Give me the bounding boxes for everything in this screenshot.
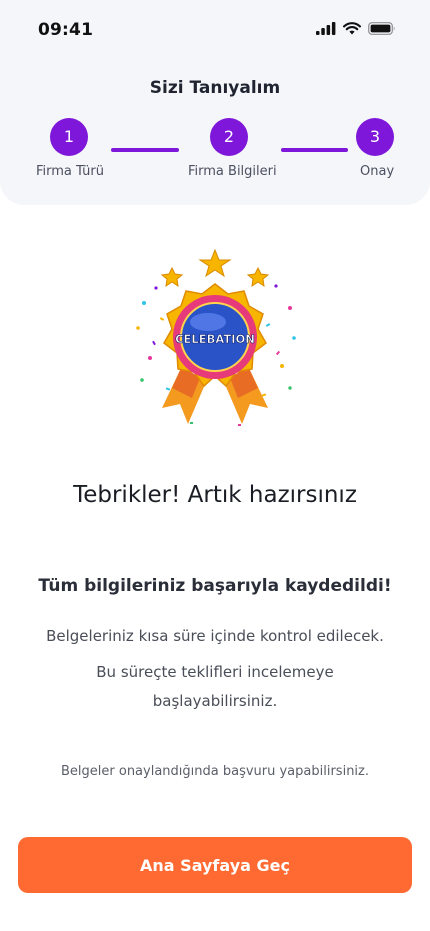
star-icon (160, 266, 184, 288)
offers-info-text: Bu süreçte teklifleri incelemeye başlaya… (96, 663, 334, 710)
go-to-home-button[interactable]: Ana Sayfaya Geç (18, 837, 412, 893)
review-info-text: Belgeleriniz kısa süre içinde kontrol ed… (46, 627, 384, 645)
approval-note: Belgeler onaylandığında başvuru yapabili… (61, 764, 369, 779)
step-3-label: Onay (360, 164, 395, 179)
step-2-indicator: 2 (210, 118, 248, 156)
star-icon (246, 266, 270, 288)
status-bar: 09:41 (0, 0, 430, 60)
step-connector-1-2 (111, 148, 179, 152)
status-time: 09:41 (38, 20, 94, 40)
progress-header-card: 09:41 Sizi Tanıyalım 1 2 3 Firma Türü Fi… (0, 0, 430, 205)
success-subhead: Tüm bilgileriniz başarıyla kaydedildi! (38, 576, 392, 596)
badge-text: CELEBATION (175, 332, 255, 346)
star-icon (198, 248, 232, 278)
step-3-indicator: 3 (356, 118, 394, 156)
wifi-icon (343, 22, 361, 35)
battery-icon (368, 22, 395, 35)
celebration-badge-illustration: CELEBATION (136, 248, 296, 426)
status-icons (316, 22, 396, 35)
step-2-label: Firma Bilgileri (188, 164, 277, 179)
step-connector-2-3 (281, 148, 348, 152)
stepper: 1 2 3 Firma Türü Firma Bilgileri Onay (0, 118, 430, 188)
step-1-indicator: 1 (50, 118, 88, 156)
step-1-label: Firma Türü (36, 164, 105, 179)
signal-icon (316, 22, 336, 35)
success-headline: Tebrikler! Artık hazırsınız (73, 482, 357, 508)
page-title: Sizi Tanıyalım (149, 78, 281, 98)
